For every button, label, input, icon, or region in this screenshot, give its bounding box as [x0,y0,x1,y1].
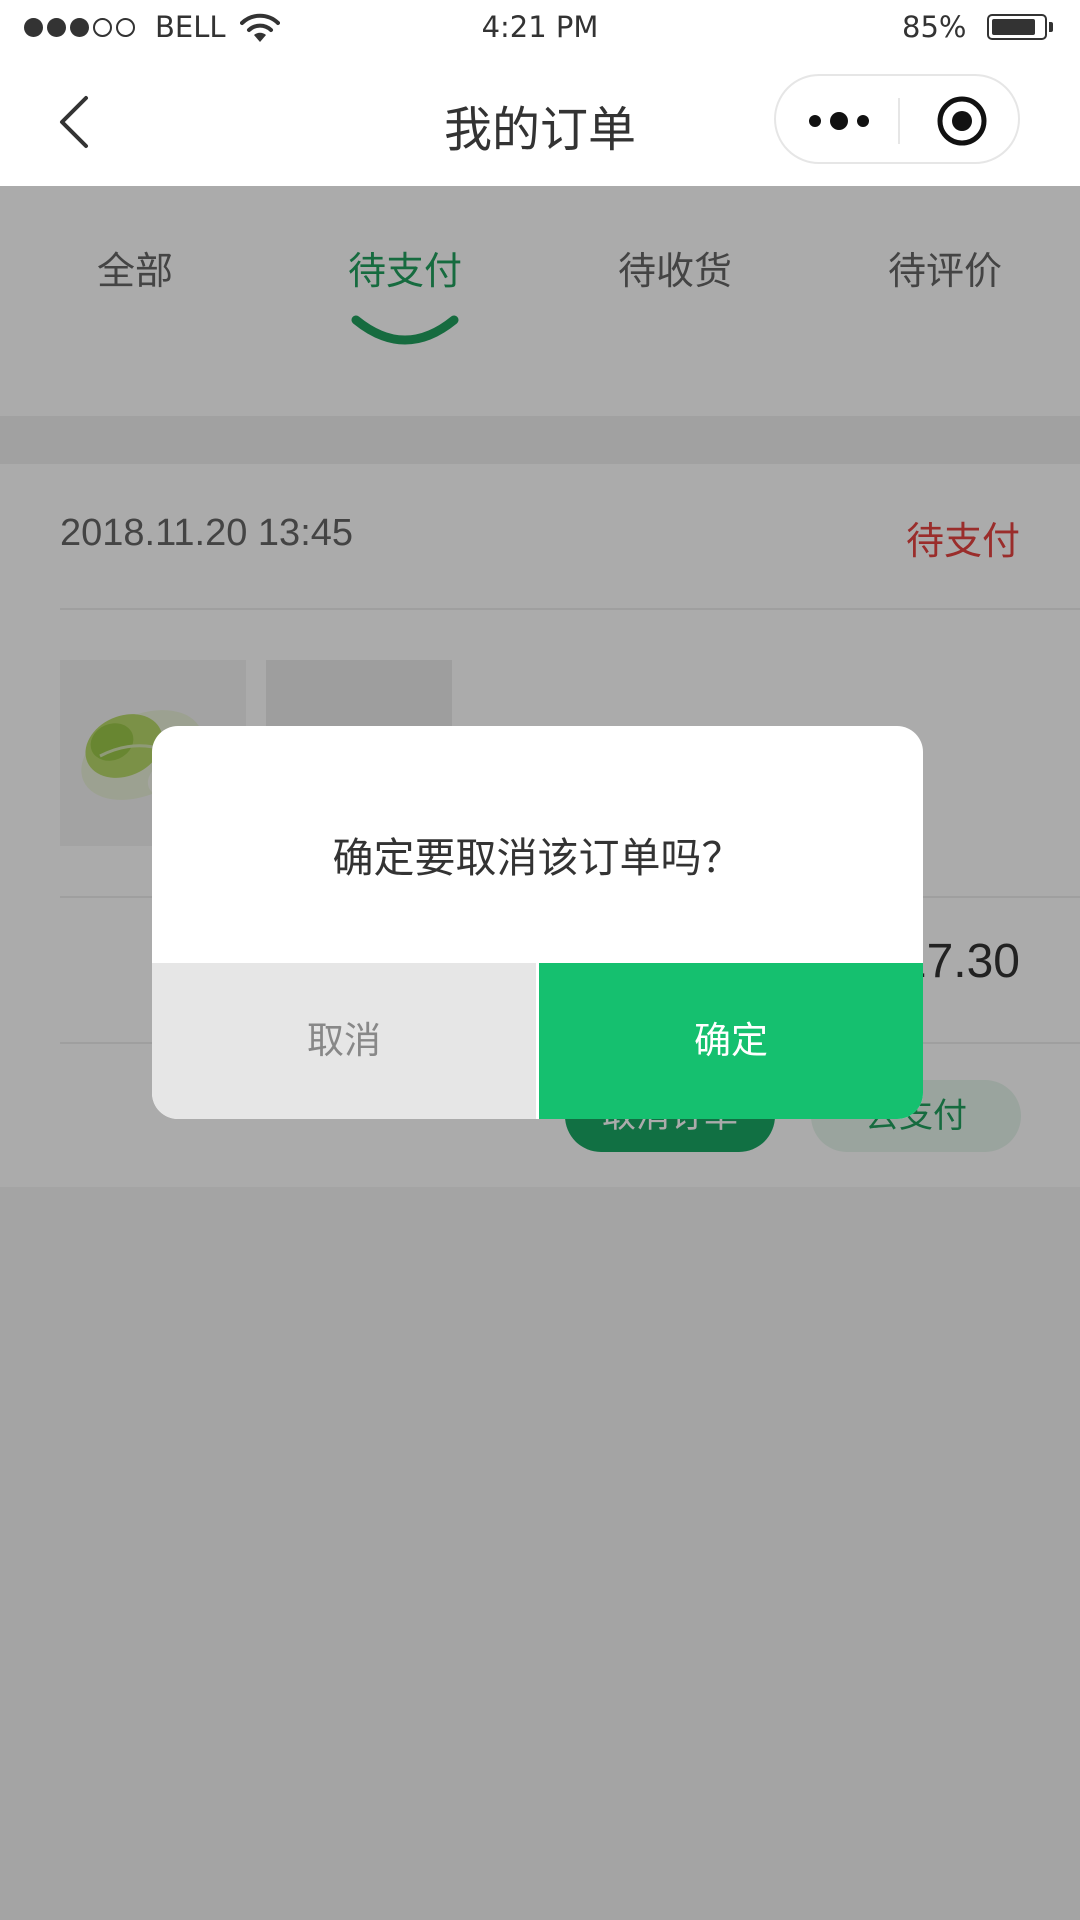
battery-percent: 85% [902,10,967,44]
battery-tip [1049,22,1053,32]
dialog-cancel-button[interactable]: 取消 [152,963,536,1119]
navigation-bar: 我的订单 [0,54,1080,186]
dialog-confirm-button[interactable]: 确定 [539,963,923,1119]
status-bar: BELL 4:21 PM 85% [0,0,1080,54]
dialog-message: 确定要取消该订单吗？ [332,834,743,882]
confirm-dialog: 确定要取消该订单吗？ 取消 确定 [152,726,923,1119]
capsule-divider [898,98,900,144]
mini-program-capsule [774,74,1020,164]
battery-icon [987,14,1047,40]
target-icon[interactable] [936,95,988,147]
more-dots-icon[interactable] [806,104,872,138]
battery-level-fill [992,19,1035,35]
